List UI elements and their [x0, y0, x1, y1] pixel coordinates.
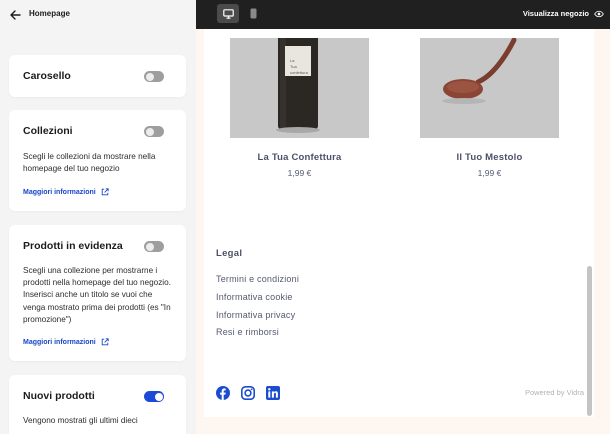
toggle-knob: [145, 127, 154, 136]
mobile-icon: [250, 8, 256, 19]
facebook-icon[interactable]: [216, 386, 230, 400]
product-image[interactable]: La Tua confettura: [230, 38, 369, 138]
product-name[interactable]: Il Tuo Mestolo: [420, 152, 559, 163]
section-title: Carosello: [23, 70, 71, 82]
section-carosello: Carosello: [9, 55, 186, 97]
link-label: Maggiori informazioni: [23, 338, 96, 346]
visit-store-button[interactable]: Visualizza negozio: [523, 9, 604, 18]
jar-label-line1: La: [290, 58, 295, 63]
legal-heading: Legal: [216, 248, 243, 259]
external-link-icon: [101, 188, 109, 196]
linkedin-icon[interactable]: [266, 386, 280, 400]
section-description: Vengono mostrati gli ultimi dieci: [23, 416, 138, 425]
external-link-icon: [101, 338, 109, 346]
cookie-policy-link[interactable]: Informativa cookie: [216, 292, 293, 302]
preview-scrollbar[interactable]: [587, 266, 592, 416]
section-prodotti-evidenza: Prodotti in evidenza Scegli una collezio…: [9, 225, 186, 361]
instagram-icon[interactable]: [241, 386, 255, 400]
arrow-left-icon: [9, 10, 21, 20]
product-image[interactable]: [420, 38, 559, 138]
jar-label-line3: confettura: [290, 70, 309, 75]
prodotti-evidenza-toggle[interactable]: [144, 241, 164, 252]
section-collezioni: Collezioni Scegli le collezioni da mostr…: [9, 110, 186, 211]
product-price: 1,99 €: [287, 168, 312, 178]
more-info-link[interactable]: Maggiori informazioni: [23, 338, 109, 346]
back-button[interactable]: [8, 8, 22, 22]
collezioni-toggle[interactable]: [144, 126, 164, 137]
section-description: Scegli una collezione per mostrarne i pr…: [23, 266, 171, 324]
carosello-toggle[interactable]: [144, 71, 164, 82]
product-name[interactable]: La Tua Confettura: [230, 152, 369, 163]
panel-header: Homepage: [0, 0, 196, 31]
store-preview: La Tua confettura La Tua Confettura 1,99…: [204, 29, 594, 417]
visit-store-label: Visualizza negozio: [522, 9, 589, 18]
toggle-knob: [145, 72, 154, 81]
terms-link[interactable]: Termini e condizioni: [216, 274, 299, 284]
jar-label-line2: Tua: [290, 64, 298, 69]
product-price: 1,99 €: [477, 168, 502, 178]
mobile-view-button[interactable]: [245, 5, 261, 22]
section-title: Nuovi prodotti: [23, 390, 95, 402]
preview-toolbar: Visualizza negozio: [196, 0, 610, 29]
preview-frame: La Tua confettura La Tua Confettura 1,99…: [196, 29, 610, 434]
link-label: Maggiori informazioni: [23, 188, 96, 196]
jar-illustration: La Tua confettura: [230, 38, 369, 138]
powered-by-text: Powered by Vidra: [524, 388, 584, 397]
privacy-policy-link[interactable]: Informativa privacy: [216, 310, 295, 320]
section-title: Prodotti in evidenza: [23, 240, 123, 252]
section-nuovi-prodotti: Nuovi prodotti Vengono mostrati gli ulti…: [9, 375, 186, 434]
eye-icon: [594, 10, 604, 17]
toggle-knob: [145, 242, 154, 251]
nuovi-prodotti-toggle[interactable]: [144, 391, 164, 402]
desktop-view-button[interactable]: [217, 4, 239, 23]
panel-title: Homepage: [29, 9, 70, 18]
desktop-icon: [222, 8, 234, 19]
returns-link[interactable]: Resi e rimborsi: [216, 327, 279, 337]
section-description: Scegli le collezioni da mostrare nella h…: [23, 152, 156, 174]
toggle-knob: [154, 392, 163, 401]
ladle-illustration: [420, 38, 559, 138]
settings-panel: Homepage Carosello Collezioni Scegli le …: [0, 0, 196, 434]
section-title: Collezioni: [23, 125, 73, 137]
more-info-link[interactable]: Maggiori informazioni: [23, 188, 109, 196]
